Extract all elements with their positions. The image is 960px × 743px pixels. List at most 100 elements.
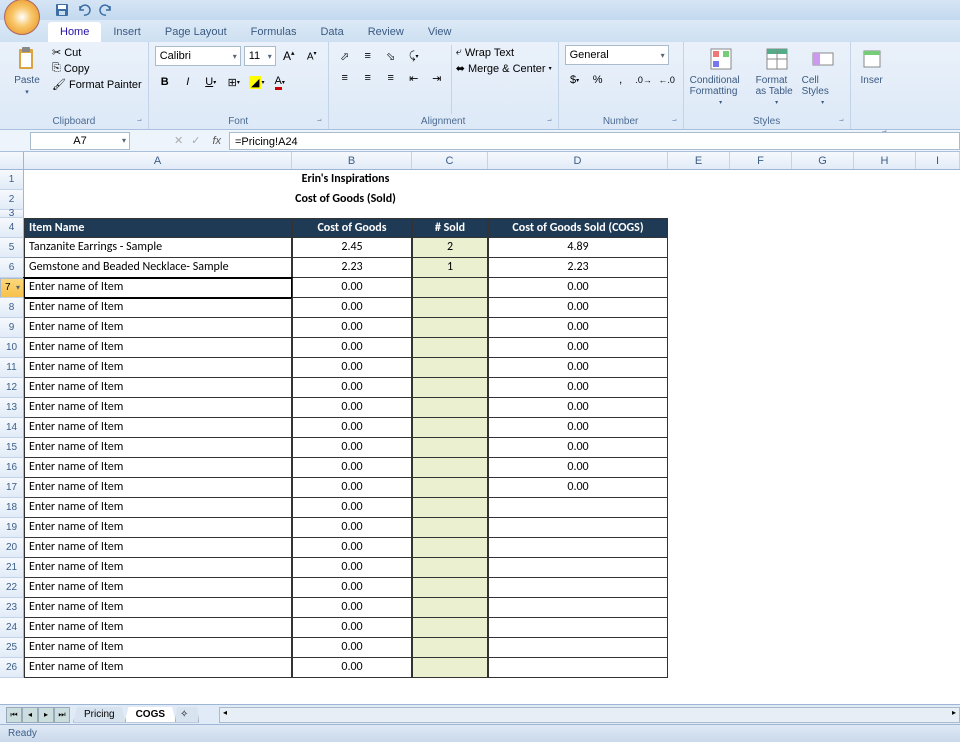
cell[interactable] [668, 298, 730, 318]
format-as-table-button[interactable]: Format as Table▾ [756, 45, 798, 114]
inc-indent-button[interactable]: ⇥ [427, 68, 447, 88]
cell[interactable] [916, 218, 960, 238]
cell[interactable] [792, 458, 854, 478]
horizontal-scrollbar[interactable] [219, 707, 960, 723]
cell[interactable] [730, 318, 792, 338]
cell-sold[interactable] [412, 298, 488, 318]
col-header-B[interactable]: B [292, 152, 412, 169]
cell[interactable] [792, 498, 854, 518]
cell[interactable] [916, 338, 960, 358]
cell[interactable] [668, 458, 730, 478]
cell-cogs[interactable]: 0.00 [488, 278, 668, 298]
cell[interactable] [668, 238, 730, 258]
row-header-16[interactable]: 16 [0, 458, 24, 478]
cell-item-name[interactable]: Enter name of Item [24, 458, 292, 478]
cell[interactable] [792, 638, 854, 658]
cell[interactable] [916, 398, 960, 418]
shrink-font-button[interactable]: A▾ [302, 46, 322, 66]
cell[interactable] [668, 578, 730, 598]
cell-cost[interactable]: 0.00 [292, 638, 412, 658]
cell[interactable] [792, 170, 854, 190]
cell[interactable] [916, 418, 960, 438]
cell[interactable] [668, 378, 730, 398]
cell[interactable] [854, 170, 916, 190]
cell-cogs[interactable] [488, 618, 668, 638]
cell-cost[interactable]: 0.00 [292, 398, 412, 418]
cell-cost[interactable]: 0.00 [292, 418, 412, 438]
cell-sold[interactable] [412, 458, 488, 478]
format-painter-button[interactable]: 🖌Format Painter [52, 78, 142, 91]
undo-icon[interactable] [76, 2, 92, 18]
cell[interactable] [916, 238, 960, 258]
cell-cost[interactable]: 0.00 [292, 278, 412, 298]
cell-item-name[interactable]: Enter name of Item [24, 358, 292, 378]
col-header-H[interactable]: H [854, 152, 916, 169]
cell-sold[interactable] [412, 558, 488, 578]
merge-center-button[interactable]: ⬌Merge & Center▾ [456, 62, 552, 75]
row-header-25[interactable]: 25 [0, 638, 24, 658]
cell[interactable] [792, 298, 854, 318]
cell-cost[interactable]: 0.00 [292, 298, 412, 318]
cell[interactable] [916, 578, 960, 598]
cell-cost[interactable]: 0.00 [292, 378, 412, 398]
cell[interactable] [668, 170, 730, 190]
cell-cost[interactable]: 2.23 [292, 258, 412, 278]
cell[interactable] [730, 398, 792, 418]
cell[interactable] [792, 258, 854, 278]
cell[interactable] [668, 538, 730, 558]
cell[interactable] [730, 218, 792, 238]
cell[interactable] [730, 338, 792, 358]
cell[interactable] [792, 578, 854, 598]
cell-cost[interactable]: 0.00 [292, 538, 412, 558]
fx-icon[interactable]: fx [212, 135, 221, 147]
copy-button[interactable]: ⎘Copy [52, 62, 142, 75]
cell[interactable] [854, 498, 916, 518]
cell[interactable] [730, 598, 792, 618]
tab-review[interactable]: Review [356, 22, 416, 42]
cell[interactable] [854, 278, 916, 298]
cell[interactable] [730, 458, 792, 478]
font-color-button[interactable]: A▾ [270, 72, 290, 92]
tab-insert[interactable]: Insert [101, 22, 153, 42]
cell[interactable] [854, 210, 916, 218]
cell[interactable] [854, 238, 916, 258]
row-header-22[interactable]: 22 [0, 578, 24, 598]
cell[interactable] [916, 258, 960, 278]
cell-cost[interactable]: 0.00 [292, 438, 412, 458]
cell[interactable] [730, 518, 792, 538]
col-header-G[interactable]: G [792, 152, 854, 169]
cell-item-name[interactable]: Enter name of Item [24, 658, 292, 678]
cell[interactable] [854, 538, 916, 558]
cell-sold[interactable] [412, 638, 488, 658]
cell[interactable] [792, 238, 854, 258]
cell-item-name[interactable]: Gemstone and Beaded Necklace- Sample [24, 258, 292, 278]
cell[interactable] [730, 258, 792, 278]
cell-item-name[interactable]: Enter name of Item [24, 418, 292, 438]
cell-cogs[interactable] [488, 578, 668, 598]
cell[interactable] [668, 598, 730, 618]
cell[interactable] [854, 618, 916, 638]
page-title[interactable]: Erin's Inspirations [24, 170, 668, 190]
underline-button[interactable]: U▾ [201, 72, 221, 92]
cell[interactable] [792, 438, 854, 458]
cell[interactable] [916, 210, 960, 218]
cell-sold[interactable] [412, 618, 488, 638]
cell[interactable] [916, 318, 960, 338]
cell[interactable] [854, 258, 916, 278]
row-header-4[interactable]: 4 [0, 218, 24, 238]
cell-cogs[interactable] [488, 658, 668, 678]
cell-cogs[interactable] [488, 498, 668, 518]
cell[interactable] [792, 338, 854, 358]
redo-icon[interactable] [98, 2, 114, 18]
cell[interactable] [854, 598, 916, 618]
row-header-20[interactable]: 20 [0, 538, 24, 558]
cell[interactable] [916, 518, 960, 538]
row-header-18[interactable]: 18 [0, 498, 24, 518]
font-name-select[interactable]: Calibri [155, 46, 241, 66]
select-all-corner[interactable] [0, 152, 24, 169]
table-header-cogs[interactable]: Cost of Goods Sold (COGS) [488, 218, 668, 238]
cell[interactable] [916, 538, 960, 558]
cell[interactable] [730, 238, 792, 258]
cell[interactable] [792, 558, 854, 578]
cell[interactable] [730, 538, 792, 558]
